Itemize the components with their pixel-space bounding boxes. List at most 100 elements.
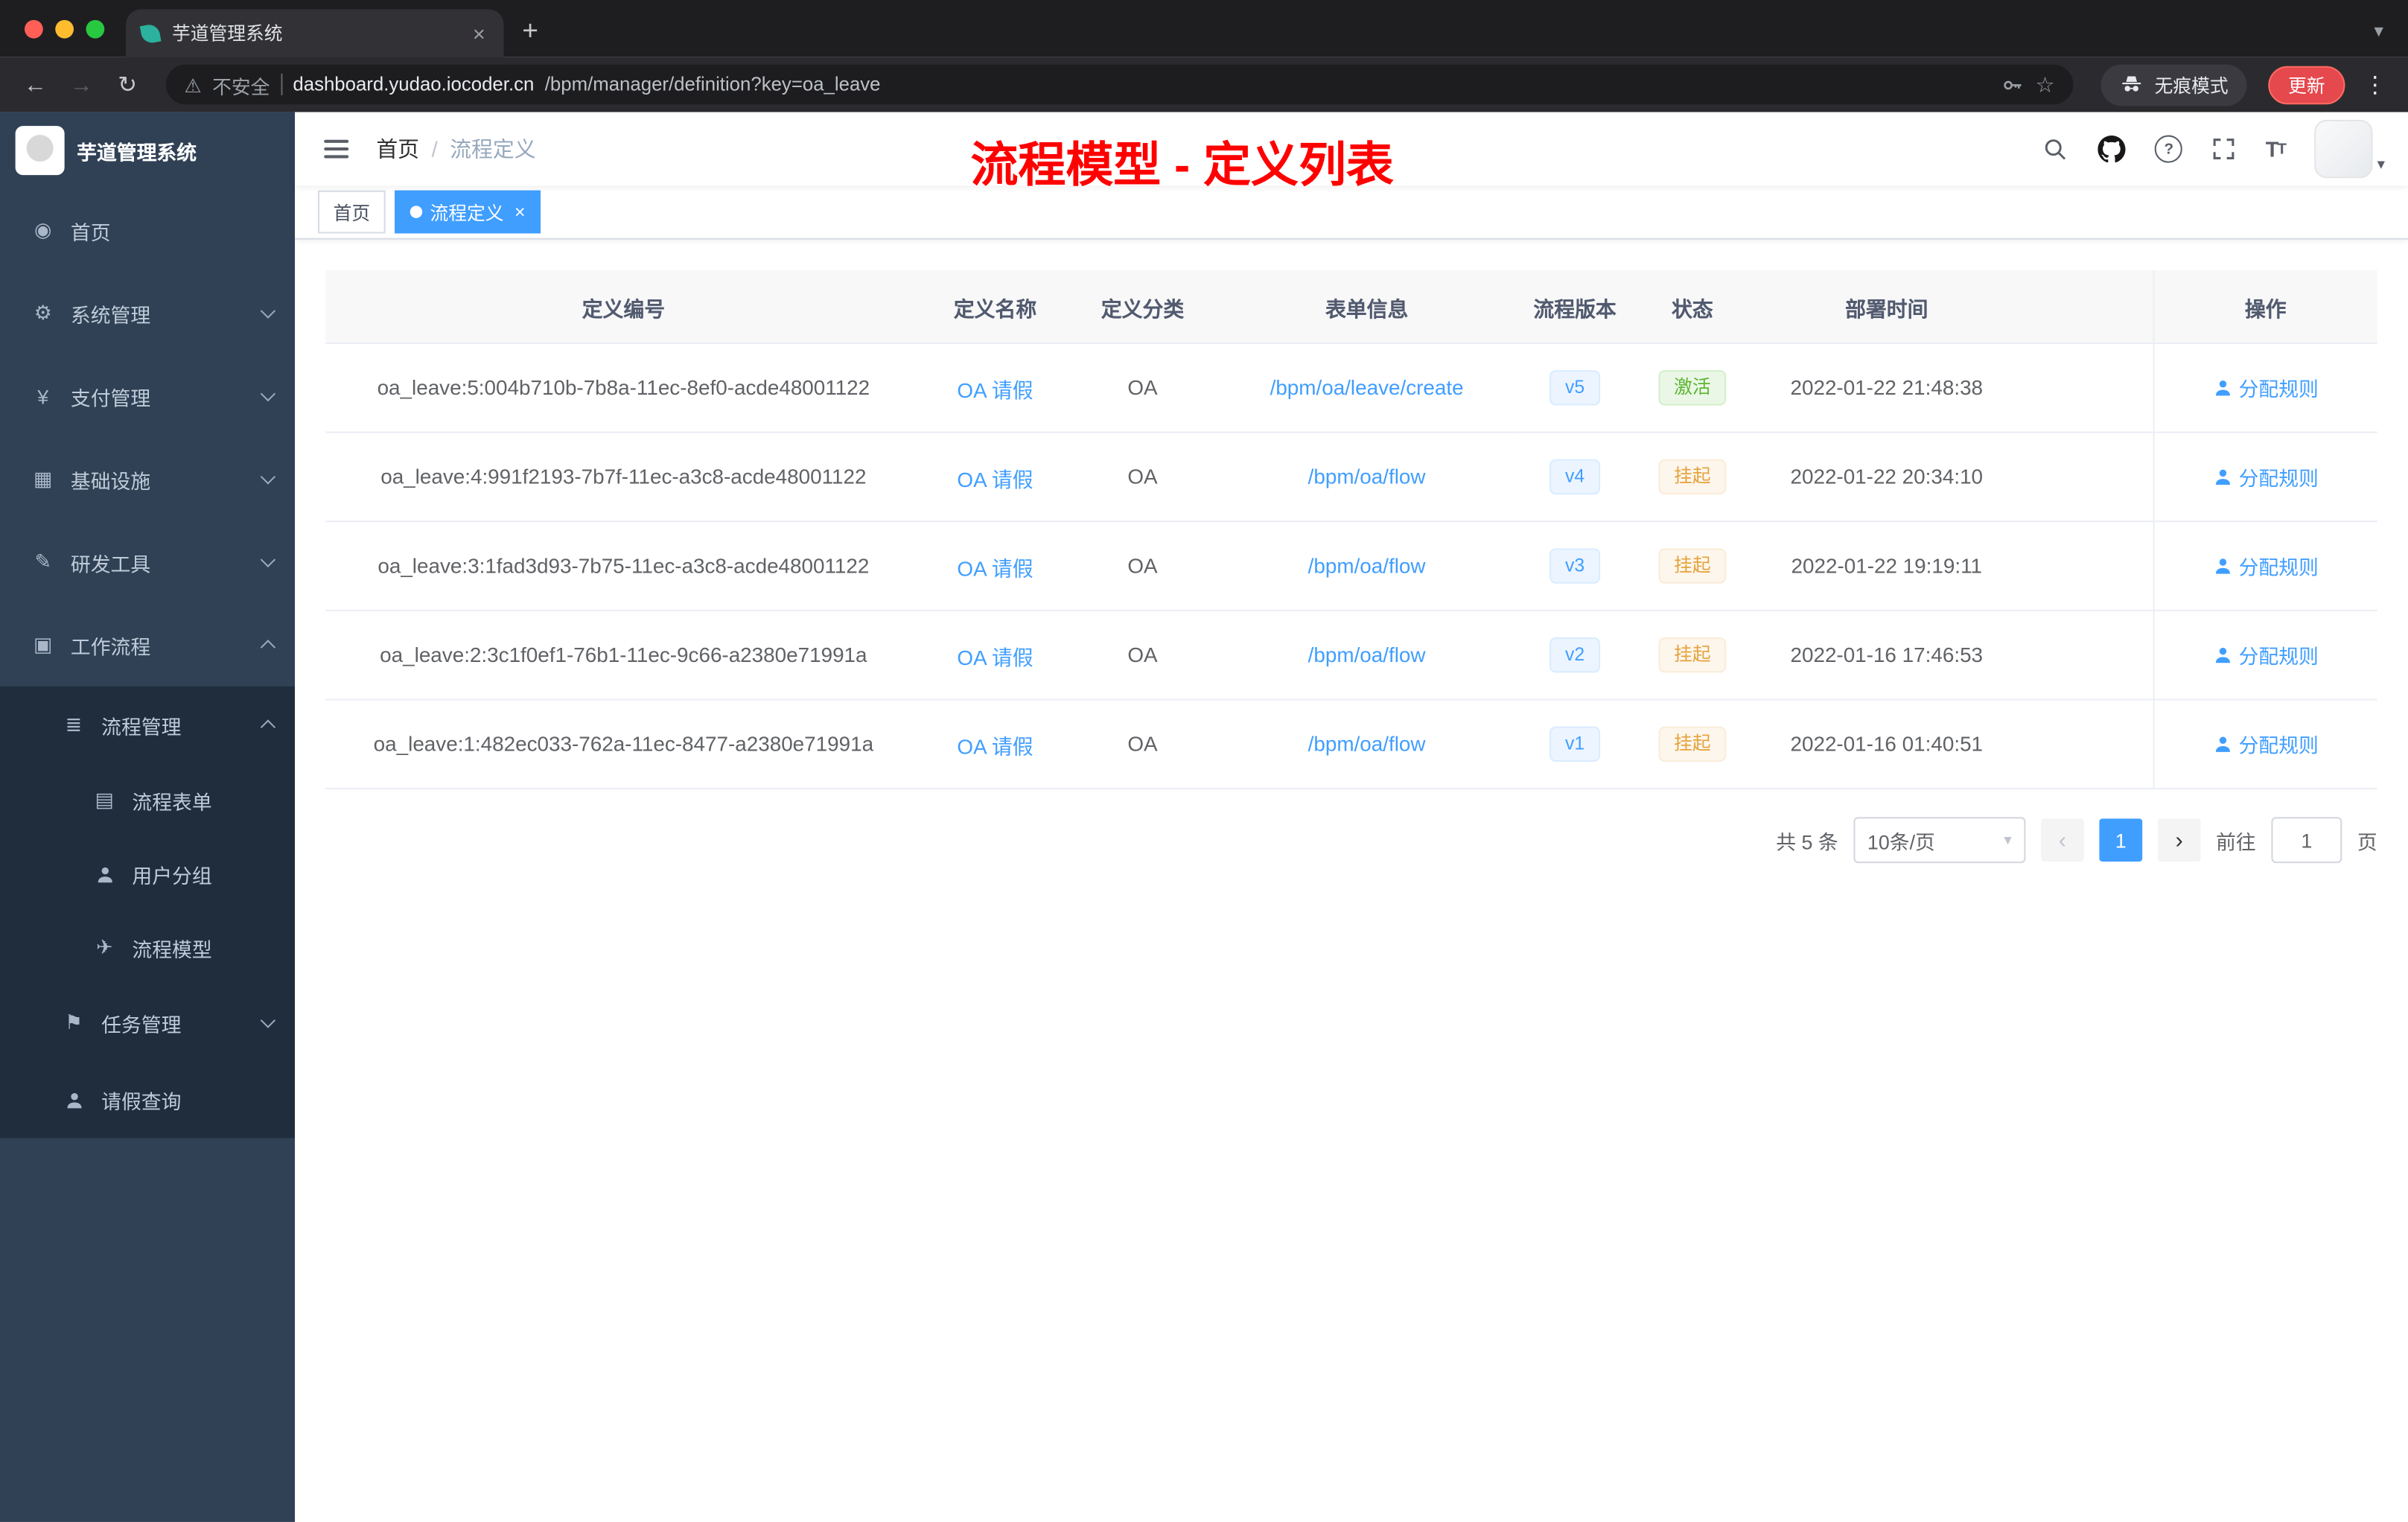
definition-name-link[interactable]: OA 请假 [957,468,1033,491]
fullscreen-icon[interactable] [2212,137,2237,162]
address-bar[interactable]: ⚠ 不安全 dashboard.yudao.iocoder.cn/bpm/man… [165,64,2074,105]
cell-filler [2021,699,2153,790]
cell-definition-id: oa_leave:5:004b710b-7b8a-11ec-8ef0-acde4… [325,343,922,433]
form-link[interactable]: /bpm/oa/leave/create [1270,376,1464,399]
page-size-value: 10条/页 [1867,830,1935,853]
sidebar-collapse-icon[interactable] [318,130,355,168]
update-browser-button[interactable]: 更新 [2268,65,2345,104]
incognito-label: 无痕模式 [2154,74,2229,96]
close-window-button[interactable] [25,19,43,38]
browser-tab-strip: 芋道管理系统 × + ▾ [0,0,2408,57]
assign-rule-link[interactable]: 分配规则 [2213,462,2319,491]
assign-rule-link[interactable]: 分配规则 [2213,640,2319,669]
cell-deploy-time: 2022-01-22 21:48:38 [1752,343,2022,433]
assign-rule-link[interactable]: 分配规则 [2213,373,2319,402]
sidebar-item-user-group[interactable]: 用户分组 [0,837,295,911]
sidebar: 芋道管理系统 ◉ 首页 ⚙ 系统管理 ¥ 支付管理 ▦ 基础设施 ✎ 研发工具 ▣ 工作流程 ≣ 流程管… [0,112,295,1522]
prev-page-button[interactable]: ‹ [2040,818,2084,862]
form-link[interactable]: /bpm/oa/flow [1308,643,1426,666]
tab-favicon-icon [139,22,162,44]
chevron-down-icon [260,386,276,402]
cell-action: 分配规则 [2152,521,2377,611]
tab-search-chevron-icon[interactable]: ▾ [2374,20,2408,57]
sidebar-item-label: 流程表单 [132,790,212,814]
cell-version: v1 [1517,699,1633,790]
sidebar-item-leave-query[interactable]: 请假查询 [0,1061,295,1138]
sidebar-item-workflow[interactable]: ▣ 工作流程 [0,604,295,687]
next-page-button[interactable]: › [2157,818,2201,862]
definition-name-link[interactable]: OA 请假 [957,557,1033,580]
user-group-icon [92,864,117,884]
minimize-window-button[interactable] [55,19,74,38]
sidebar-item-process-management[interactable]: ≣ 流程管理 [0,687,295,763]
sidebar-item-label: 流程模型 [132,937,212,961]
url-path: /bpm/manager/definition?key=oa_leave [544,74,881,95]
tag-home-label: 首页 [333,202,371,224]
definition-name-link[interactable]: OA 请假 [957,646,1033,669]
form-link[interactable]: /bpm/oa/flow [1308,555,1426,578]
cell-definition-id: oa_leave:3:1fad3d93-7b75-11ec-a3c8-acde4… [325,521,922,611]
cell-category: OA [1068,610,1217,701]
browser-menu-icon[interactable]: ⋮ [2351,71,2393,98]
sidebar-item-dev-tools[interactable]: ✎ 研发工具 [0,520,295,603]
goto-page-input[interactable] [2271,817,2342,864]
cell-definition-name: OA 请假 [921,343,1069,433]
goto-label: 前往 [2216,830,2256,853]
forward-button[interactable]: → [62,65,102,105]
definition-name-link[interactable]: OA 请假 [957,378,1033,401]
sidebar-item-task-management[interactable]: ⚑ 任务管理 [0,984,295,1061]
column-header-status: 状态 [1632,270,1753,344]
yen-icon: ¥ [37,384,49,408]
security-label: 不安全 [212,76,270,98]
cell-form-info: /bpm/oa/flow [1216,699,1517,790]
cell-form-info: /bpm/oa/flow [1216,432,1517,523]
app-logo-row[interactable]: 芋道管理系统 [0,112,295,189]
security-warning-icon: ⚠ [184,74,202,96]
page-number-1[interactable]: 1 [2099,818,2143,862]
assign-rule-link[interactable]: 分配规则 [2213,551,2319,580]
font-size-icon[interactable]: TT [2266,137,2287,162]
chevron-up-icon [260,719,276,735]
process-management-icon: ≣ [65,713,83,736]
infrastructure-icon: ▦ [34,467,53,490]
help-icon[interactable]: ? [2155,135,2183,163]
sidebar-item-system[interactable]: ⚙ 系统管理 [0,272,295,354]
browser-tab[interactable]: 芋道管理系统 × [126,9,504,57]
status-badge: 挂起 [1658,637,1727,673]
bookmark-star-icon[interactable]: ☆ [2036,71,2055,98]
tab-title: 芋道管理系统 [172,22,283,45]
password-key-icon[interactable] [2001,73,2025,96]
assign-rule-link[interactable]: 分配规则 [2213,730,2319,759]
sidebar-item-infrastructure[interactable]: ▦ 基础设施 [0,438,295,520]
table-row: oa_leave:3:1fad3d93-7b75-11ec-a3c8-acde4… [325,521,2377,611]
tag-home[interactable]: 首页 [317,190,386,234]
status-badge: 挂起 [1658,548,1727,584]
form-link[interactable]: /bpm/oa/flow [1308,465,1426,488]
cell-version: v5 [1517,343,1633,433]
cell-deploy-time: 2022-01-22 20:34:10 [1752,432,2022,523]
reload-button[interactable]: ↻ [107,65,147,105]
zoom-window-button[interactable] [86,19,105,38]
tag-close-icon[interactable]: × [515,201,525,223]
sidebar-item-process-form[interactable]: ▤ 流程表单 [0,763,295,837]
github-icon[interactable] [2098,135,2127,163]
chevron-down-icon [260,1013,276,1028]
back-button[interactable]: ← [16,65,56,105]
tag-process-definition[interactable]: 流程定义 × [395,190,541,234]
chevron-down-icon [260,552,276,567]
cell-version: v4 [1517,432,1633,523]
sidebar-item-payment[interactable]: ¥ 支付管理 [0,354,295,437]
sidebar-item-home[interactable]: ◉ 首页 [0,189,295,272]
tab-close-icon[interactable]: × [470,21,488,45]
page-size-select[interactable]: 10条/页 ▾ [1853,817,2026,864]
breadcrumb-home[interactable]: 首页 [376,133,419,164]
main-area: 首页 / 流程定义 ? TT ▾ 首页 流程定义 × 定义编号 定义名称 定义分… [295,112,2408,1522]
definition-name-link[interactable]: OA 请假 [957,735,1033,758]
new-tab-button[interactable]: + [504,16,557,57]
cell-status: 激活 [1632,343,1753,433]
sidebar-item-process-model[interactable]: ✈ 流程模型 [0,911,295,984]
search-icon[interactable] [2043,136,2069,162]
user-avatar-menu[interactable]: ▾ [2314,119,2385,179]
form-link[interactable]: /bpm/oa/flow [1308,733,1426,756]
cell-status: 挂起 [1632,610,1753,701]
